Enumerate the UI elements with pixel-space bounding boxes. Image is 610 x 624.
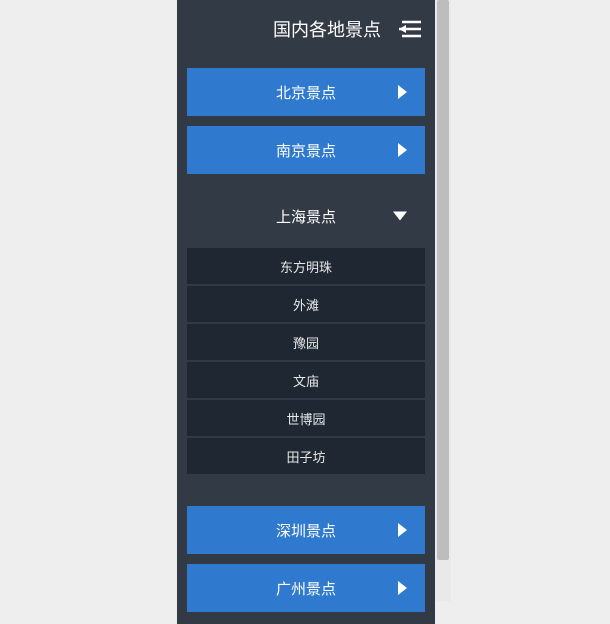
menu-item-label: 上海景点: [276, 206, 336, 227]
submenu-item-label: 外滩: [293, 295, 319, 314]
sidebar-panel: 国内各地景点 北京景点 南京景点 上海景点 东方明珠 外滩 豫园 文庙: [177, 0, 435, 624]
chevron-down-icon: [393, 212, 407, 221]
submenu-item[interactable]: 外滩: [187, 286, 425, 322]
submenu-shanghai: 东方明珠 外滩 豫园 文庙 世博园 田子坊: [177, 248, 435, 474]
submenu-item-label: 文庙: [293, 371, 319, 390]
chevron-right-icon: [398, 143, 407, 157]
chevron-right-icon: [398, 581, 407, 595]
menu-item-guangzhou[interactable]: 广州景点: [187, 564, 425, 612]
submenu-item[interactable]: 文庙: [187, 362, 425, 398]
menu-list: 北京景点 南京景点 上海景点: [177, 68, 435, 240]
sidebar-header: 国内各地景点: [177, 0, 435, 58]
submenu-item-label: 豫园: [293, 333, 319, 352]
submenu-item[interactable]: 田子坊: [187, 438, 425, 474]
vertical-scrollbar[interactable]: [435, 0, 451, 601]
submenu-item-label: 田子坊: [286, 447, 325, 466]
menu-item-nanjing[interactable]: 南京景点: [187, 126, 425, 174]
menu-item-label: 广州景点: [276, 578, 336, 599]
menu-item-label: 北京景点: [276, 82, 336, 103]
scrollbar-thumb[interactable]: [437, 0, 449, 560]
menu-list-continued: 深圳景点 广州景点: [177, 506, 435, 612]
submenu-item[interactable]: 世博园: [187, 400, 425, 436]
submenu-item-label: 世博园: [286, 409, 325, 428]
chevron-right-icon: [398, 523, 407, 537]
submenu-item[interactable]: 东方明珠: [187, 248, 425, 284]
menu-item-shenzhen[interactable]: 深圳景点: [187, 506, 425, 554]
menu-item-shanghai[interactable]: 上海景点: [187, 192, 425, 240]
submenu-item-label: 东方明珠: [280, 257, 332, 276]
submenu-item[interactable]: 豫园: [187, 324, 425, 360]
menu-collapse-icon[interactable]: [399, 20, 421, 38]
chevron-right-icon: [398, 85, 407, 99]
menu-item-label: 南京景点: [276, 140, 336, 161]
menu-item-label: 深圳景点: [276, 520, 336, 541]
sidebar-title: 国内各地景点: [273, 16, 381, 42]
menu-item-beijing[interactable]: 北京景点: [187, 68, 425, 116]
